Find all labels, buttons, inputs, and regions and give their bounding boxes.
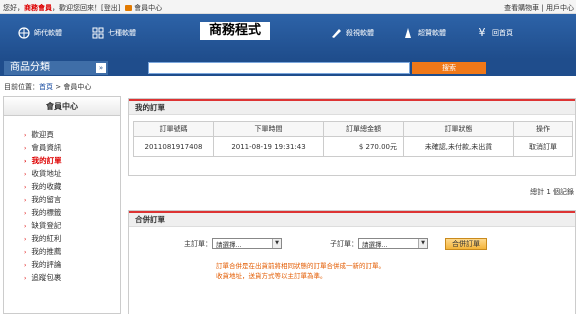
- orders-title: 我的訂單: [129, 101, 575, 115]
- sidebar-item-label: 收貨地址: [31, 169, 62, 178]
- pen-icon: [332, 29, 341, 38]
- member-sidebar: 會員中心 › 歡迎頁 › 會員資訊 › 我的訂單 › 收貨地址 › 我的收藏 › 我的留言…: [3, 96, 121, 314]
- greeting-suffix: ，歡迎您回來！: [52, 4, 101, 12]
- sidebar-item[interactable]: › 我的標籤: [24, 206, 120, 219]
- search-button[interactable]: 搜索: [412, 62, 486, 74]
- sidebar-item-label: 缺貨登記: [31, 221, 62, 230]
- col-order-time: 下單時間: [213, 121, 324, 137]
- nav-item-software-c[interactable]: 殺視軟體: [330, 27, 374, 39]
- site-logo[interactable]: 商務程式: [200, 22, 270, 40]
- merge-note-line-2: 收貨地址，送貨方式等以主訂單為準。: [216, 272, 327, 280]
- merge-note-line-1: 訂單合併是在出貨前將相同狀態的訂單合併成一新的訂單。: [216, 262, 385, 270]
- top-right-links: 查看購物車 | 用戶中心: [504, 3, 574, 13]
- sidebar-item[interactable]: › 我的紅利: [24, 232, 120, 245]
- globe-icon: [18, 27, 30, 39]
- top-utility-bar: 您好，商務會員，歡迎您回來！[登出] 會員中心 查看購物車 | 用戶中心: [0, 0, 576, 14]
- home-icon: [124, 5, 132, 11]
- sidebar-menu: › 歡迎頁 › 會員資訊 › 我的訂單 › 收貨地址 › 我的收藏 › 我的留言 › 我的標…: [4, 116, 120, 284]
- col-order-amount: 訂單總金額: [323, 121, 404, 137]
- sidebar-item-label: 我的標籤: [31, 208, 62, 217]
- order-status: 未確認,未付款,未出貨: [403, 136, 514, 157]
- sidebar-item-label: 我的訂單: [31, 156, 62, 165]
- grid-icon: [92, 27, 104, 39]
- sidebar-item[interactable]: › 追蹤包裹: [24, 271, 120, 284]
- main-nav: 師代軟體 七種軟體 商務程式 殺視軟體 超贊軟體 ¥ 回首頁 商品: [0, 14, 576, 73]
- col-order-number: 訂單號碼: [133, 121, 214, 137]
- nav-label: 師代軟體: [34, 29, 62, 37]
- nav-item-software-d[interactable]: 超贊軟體: [402, 27, 446, 39]
- sidebar-item-label: 我的紅利: [31, 234, 62, 243]
- chevron-right-icon: »: [96, 63, 106, 73]
- sidebar-title: 會員中心: [4, 97, 120, 116]
- sub-order-label: 子訂單：: [330, 239, 358, 248]
- nav-label: 七種軟體: [108, 29, 136, 37]
- sidebar-item[interactable]: › 缺貨登記: [24, 219, 120, 232]
- chevron-down-icon: ▼: [418, 239, 427, 248]
- breadcrumb-home[interactable]: 首頁: [39, 83, 53, 91]
- orders-header-row: 訂單號碼 下單時間 訂單總金額 訂單狀態 操作: [133, 121, 573, 137]
- search-input[interactable]: [148, 62, 410, 74]
- greeting: 您好，商務會員，歡迎您回來！[登出] 會員中心: [3, 3, 162, 13]
- col-action: 操作: [513, 121, 573, 137]
- cart-link[interactable]: 查看購物車: [504, 4, 539, 12]
- yen-icon: ¥: [478, 26, 486, 39]
- breadcrumb-sep: >: [53, 83, 64, 91]
- orders-panel: 我的訂單 訂單號碼 下單時間 訂單總金額 訂單狀態 操作 20110819174…: [128, 98, 576, 176]
- sidebar-item[interactable]: › 歡迎頁: [24, 128, 120, 141]
- user-center-link[interactable]: 用戶中心: [546, 4, 574, 12]
- cancel-order-link[interactable]: 取消訂單: [513, 136, 573, 157]
- table-row: 2011081917408 2011-08-19 19:31:43 $ 270.…: [133, 136, 573, 157]
- merge-title: 合併訂單: [129, 213, 575, 227]
- sidebar-item-label: 我的評論: [31, 260, 62, 269]
- sidebar-item[interactable]: › 會員資訊: [24, 141, 120, 154]
- breadcrumb-current: 會員中心: [63, 83, 92, 91]
- nav-label: 回首頁: [492, 29, 513, 37]
- divider: |: [541, 4, 544, 12]
- merge-orders-button[interactable]: 合併訂單: [445, 238, 487, 250]
- sidebar-item[interactable]: › 我的訂單: [24, 154, 120, 167]
- main-order-label: 主訂單：: [184, 239, 212, 248]
- category-title: 商品分類: [10, 62, 50, 73]
- logout-link[interactable]: [登出]: [101, 4, 120, 12]
- sidebar-item-label: 我的收藏: [31, 182, 62, 191]
- category-menu[interactable]: 商品分類 »: [4, 61, 108, 75]
- nav-label: 殺視軟體: [346, 29, 374, 37]
- nav-item-home[interactable]: ¥ 回首頁: [476, 26, 514, 39]
- sub-order-group: 子訂單： 請選擇... ▼: [330, 238, 428, 249]
- chevron-down-icon: ▼: [272, 239, 281, 248]
- sidebar-item[interactable]: › 我的留言: [24, 193, 120, 206]
- order-amount: $ 270.00元: [323, 136, 404, 157]
- col-order-status: 訂單狀態: [403, 121, 514, 137]
- sidebar-item-label: 歡迎頁: [31, 130, 54, 139]
- sidebar-item[interactable]: › 我的評論: [24, 258, 120, 271]
- main-order-group: 主訂單： 請選擇... ▼: [184, 238, 282, 249]
- breadcrumb-label: 目前位置：: [4, 83, 39, 91]
- sidebar-item[interactable]: › 我的推薦: [24, 245, 120, 258]
- breadcrumb: 目前位置：首頁 > 會員中心: [4, 82, 91, 92]
- orders-table: 訂單號碼 下單時間 訂單總金額 訂單狀態 操作 2011081917408 20…: [133, 121, 573, 157]
- order-time: 2011-08-19 19:31:43: [213, 136, 324, 157]
- member-center-link[interactable]: 會員中心: [134, 4, 162, 12]
- sidebar-item-label: 我的留言: [31, 195, 62, 204]
- figure-icon: [405, 28, 411, 38]
- nav-label: 超贊軟體: [418, 29, 446, 37]
- order-number[interactable]: 2011081917408: [133, 136, 214, 157]
- records-total: 總計 1 個記錄: [530, 188, 574, 196]
- sidebar-item-label: 我的推薦: [31, 247, 62, 256]
- nav-item-software-a[interactable]: 師代軟體: [18, 27, 62, 39]
- sidebar-item[interactable]: › 收貨地址: [24, 167, 120, 180]
- nav-item-software-b[interactable]: 七種軟體: [92, 27, 136, 39]
- main-order-select[interactable]: 請選擇... ▼: [212, 238, 282, 249]
- sub-order-select[interactable]: 請選擇... ▼: [358, 238, 428, 249]
- greeting-prefix: 您好，: [3, 4, 24, 12]
- sidebar-item-label: 追蹤包裹: [31, 273, 62, 282]
- member-name: 商務會員: [24, 4, 52, 12]
- sidebar-item-label: 會員資訊: [31, 143, 62, 152]
- sub-order-value: 請選擇...: [362, 240, 388, 249]
- bullet-icon: ›: [24, 275, 27, 282]
- main-order-value: 請選擇...: [216, 240, 242, 249]
- sidebar-item[interactable]: › 我的收藏: [24, 180, 120, 193]
